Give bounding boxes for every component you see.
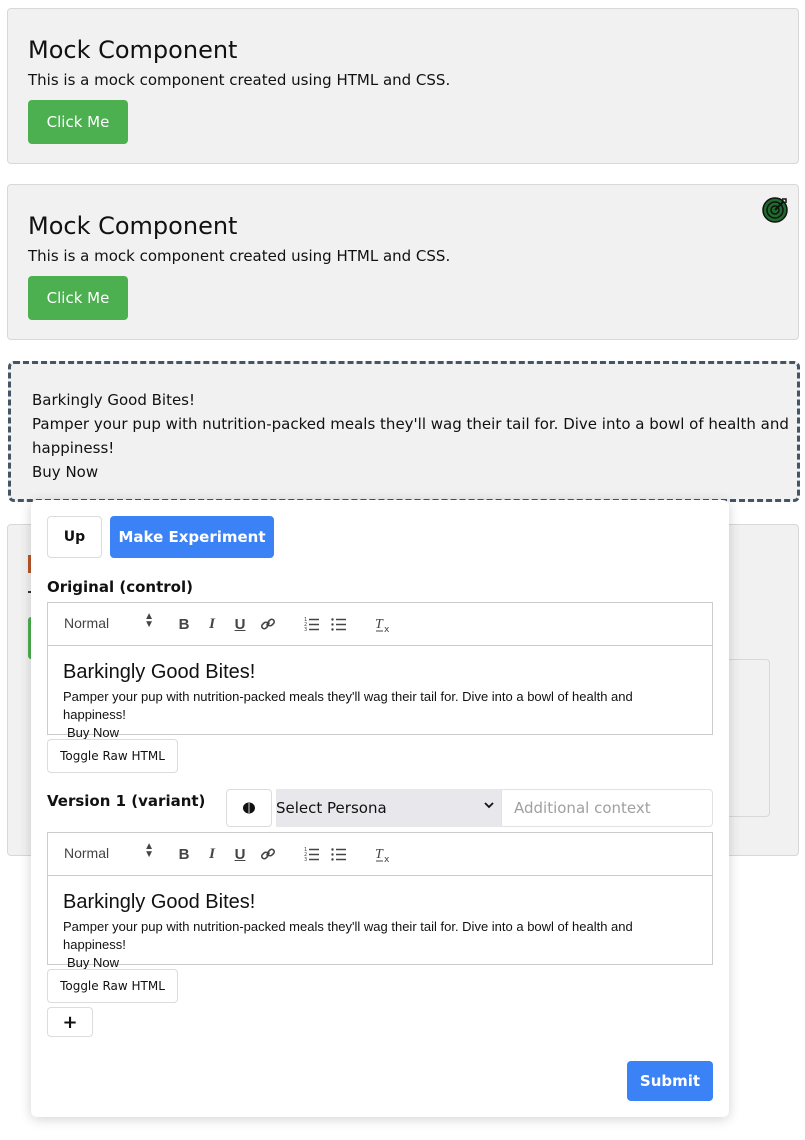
card-text: This is a mock component created using H… — [28, 71, 451, 89]
target-icon — [762, 197, 788, 223]
block-body: Pamper your pup with nutrition-packed me… — [32, 415, 789, 457]
svg-text:3: 3 — [304, 857, 307, 862]
up-button[interactable]: Up — [47, 516, 102, 558]
svg-text:x: x — [384, 625, 390, 633]
variant-editor[interactable]: Normal ▲ ▼ B I U 123 Tx Barkingly Good Bi… — [47, 832, 713, 970]
svg-text:x: x — [384, 855, 390, 863]
editor-paragraph: Pamper your pup with nutrition-packed me… — [63, 689, 633, 722]
brain-icon[interactable] — [226, 789, 272, 827]
mock-component-card-1: Mock Component This is a mock component … — [7, 8, 799, 164]
select-arrows-icon: ▲ ▼ — [144, 841, 154, 860]
click-me-button[interactable]: Click Me — [28, 100, 128, 144]
editor-toolbar: Normal ▲ ▼ B I U 123 Tx — [48, 603, 712, 646]
bold-icon[interactable]: B — [174, 844, 194, 864]
block-heading: Barkingly Good Bites! — [32, 391, 196, 409]
bullet-list-icon[interactable] — [329, 844, 349, 864]
select-arrows-icon: ▲ ▼ — [144, 611, 154, 630]
bold-icon[interactable]: B — [174, 614, 194, 634]
italic-icon[interactable]: I — [202, 844, 222, 864]
add-variant-button[interactable]: + — [47, 1007, 93, 1037]
original-editor[interactable]: Normal ▲ ▼ B I U 123 Tx Barkingly Good Bi… — [47, 602, 713, 740]
underline-icon[interactable]: U — [230, 844, 250, 864]
persona-select[interactable]: Select Persona — [276, 789, 501, 827]
editor-content[interactable]: Barkingly Good Bites! Pamper your pup wi… — [48, 646, 712, 740]
svg-text:T: T — [375, 617, 384, 632]
svg-text:T: T — [375, 847, 384, 862]
link-icon[interactable] — [258, 844, 278, 864]
submit-button[interactable]: Submit — [627, 1061, 713, 1101]
additional-context-input[interactable] — [501, 789, 713, 827]
experiment-panel: Up Make Experiment Original (control) No… — [31, 500, 729, 1117]
svg-text:3: 3 — [304, 627, 307, 632]
editor-heading: Barkingly Good Bites! — [63, 891, 256, 913]
chevron-down-icon — [484, 802, 494, 809]
mock-component-card-2: Mock Component This is a mock component … — [7, 184, 799, 340]
clear-format-icon[interactable]: Tx — [373, 614, 393, 634]
block-cta: Buy Now — [32, 463, 99, 481]
persona-controls: Select Persona — [226, 789, 714, 828]
editor-heading: Barkingly Good Bites! — [63, 661, 256, 683]
link-icon[interactable] — [258, 614, 278, 634]
editor-toolbar: Normal ▲ ▼ B I U 123 Tx — [48, 833, 712, 876]
make-experiment-button[interactable]: Make Experiment — [110, 516, 274, 558]
toggle-raw-html-button[interactable]: Toggle Raw HTML — [47, 969, 178, 1003]
card-title: Mock Component — [28, 36, 238, 64]
bullet-list-icon[interactable] — [329, 614, 349, 634]
card-title: Mock Component — [28, 212, 238, 240]
editor-paragraph: Pamper your pup with nutrition-packed me… — [63, 919, 633, 952]
variant-label: Version 1 (variant) — [47, 792, 206, 810]
selected-experiment-block[interactable]: Barkingly Good Bites! Pamper your pup wi… — [8, 361, 800, 502]
underline-icon[interactable]: U — [230, 614, 250, 634]
toggle-raw-html-button[interactable]: Toggle Raw HTML — [47, 739, 178, 773]
original-label: Original (control) — [47, 578, 193, 596]
clear-format-icon[interactable]: Tx — [373, 844, 393, 864]
format-select[interactable]: Normal ▲ ▼ — [64, 841, 154, 862]
click-me-button[interactable]: Click Me — [28, 276, 128, 320]
card-text: This is a mock component created using H… — [28, 247, 451, 265]
ordered-list-icon[interactable]: 123 — [302, 844, 322, 864]
editor-content[interactable]: Barkingly Good Bites! Pamper your pup wi… — [48, 876, 712, 970]
ordered-list-icon[interactable]: 123 — [302, 614, 322, 634]
italic-icon[interactable]: I — [202, 614, 222, 634]
format-select[interactable]: Normal ▲ ▼ — [64, 611, 154, 632]
